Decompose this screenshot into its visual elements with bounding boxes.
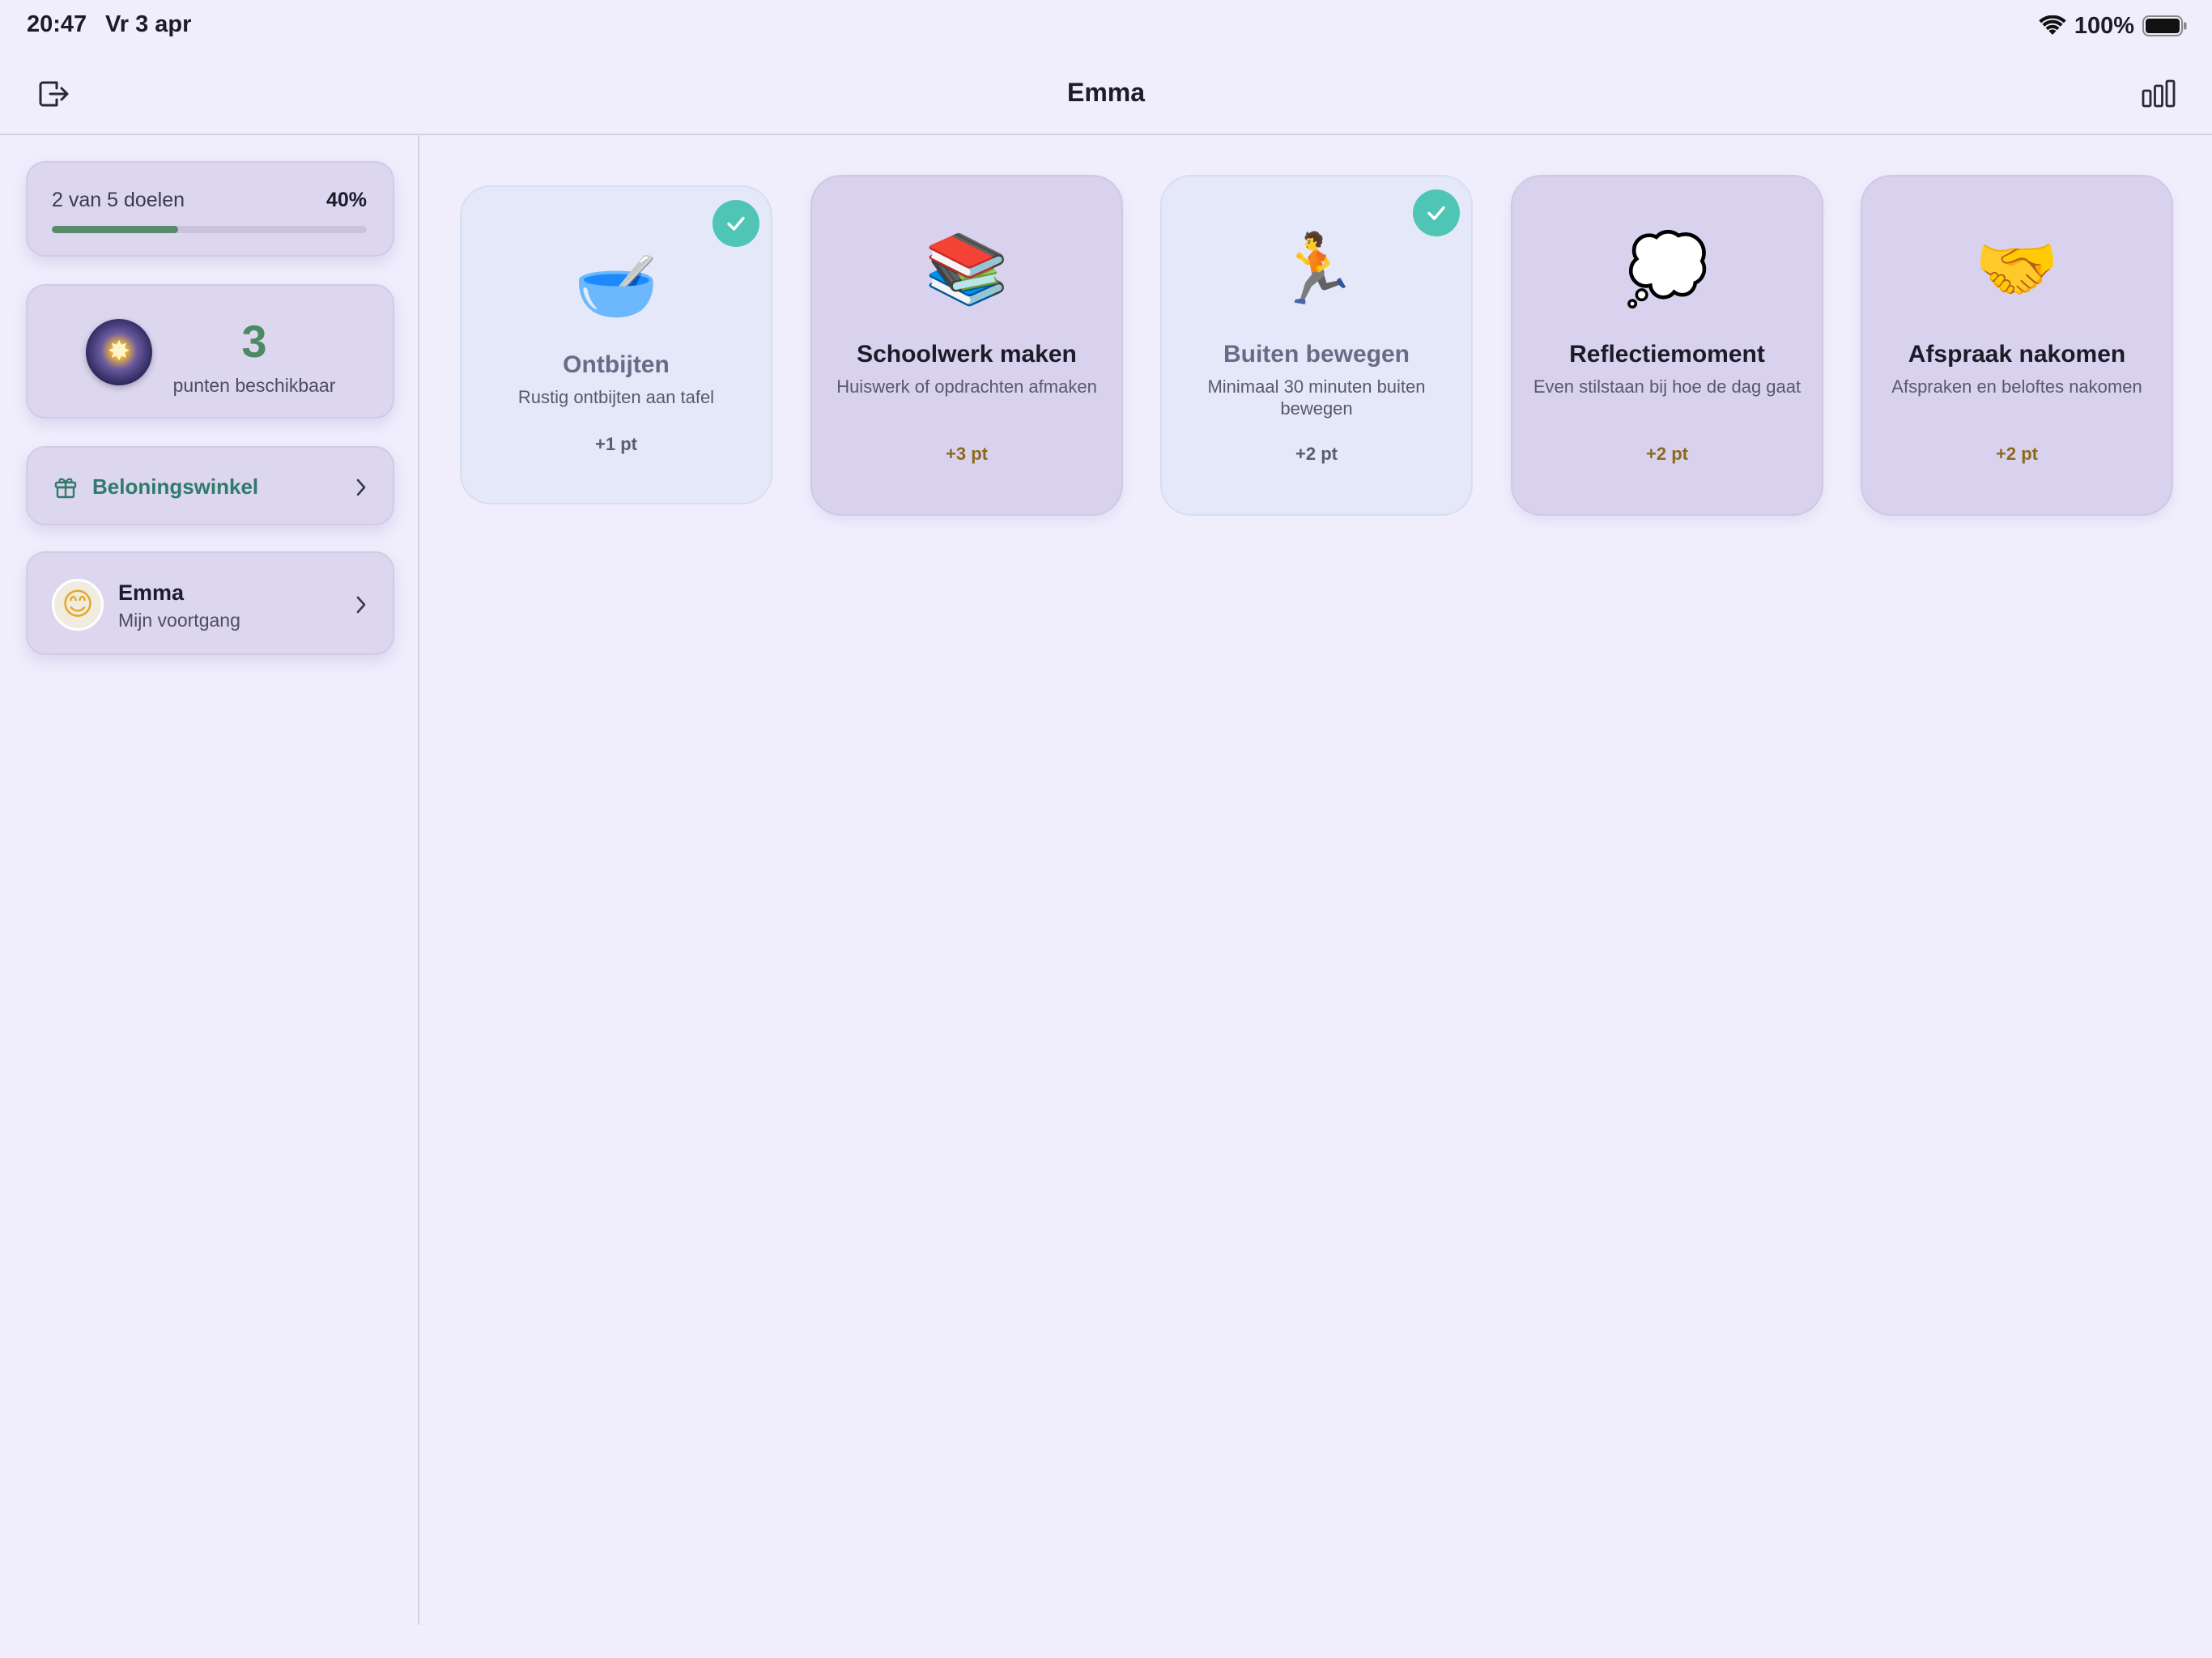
- progress-percentage: 40%: [325, 189, 367, 211]
- chevron-right-icon: [356, 478, 366, 496]
- handshake-icon: 🤝: [1974, 231, 2060, 307]
- status-bar: 20:47 Vr 3 apr 100%: [0, 0, 2212, 52]
- books-icon: 📚: [924, 231, 1010, 307]
- goal-description: Afspraken en beloftes nakomen: [1891, 376, 2142, 397]
- profile-name: Emma: [118, 580, 185, 605]
- goal-card-afspraak-nakomen[interactable]: 🤝 Afspraak nakomen Afspraken en beloftes…: [1861, 175, 2173, 516]
- goal-card-buiten-bewegen[interactable]: 🏃 Buiten bewegen Minimaal 30 minuten bui…: [1160, 175, 1473, 516]
- goal-title: Buiten bewegen: [1223, 341, 1410, 368]
- goal-title: Reflectiemoment: [1569, 341, 1765, 368]
- app-root: 20:47 Vr 3 apr 100% Emma 2 van 5 doelen …: [0, 0, 2212, 1658]
- goal-points: +2 pt: [1996, 444, 2038, 464]
- nav-header: Emma: [0, 52, 2212, 135]
- goal-card-ontbijten[interactable]: 🥣 Ontbijten Rustig ontbijten aan tafel +…: [460, 185, 772, 504]
- goal-title: Ontbijten: [563, 351, 670, 378]
- avatar: 😊: [52, 579, 104, 631]
- goal-points: +2 pt: [1646, 444, 1688, 464]
- wifi-icon: [2039, 15, 2066, 35]
- status-right: 100%: [2039, 11, 2188, 40]
- goal-title: Schoolwerk maken: [857, 341, 1077, 368]
- progress-label: 2 van 5 doelen: [52, 189, 185, 211]
- goal-card-reflectiemoment[interactable]: 💭 Reflectiemoment Even stilstaan bij hoe…: [1511, 175, 1823, 516]
- runner-icon: 🏃: [1274, 231, 1359, 307]
- gift-icon: [54, 478, 77, 499]
- thought-bubble-icon: 💭: [1624, 231, 1710, 307]
- profile-progress-button[interactable]: 😊 Emma Mijn voortgang: [26, 551, 394, 655]
- page-title: Emma: [1066, 78, 1146, 107]
- battery-icon: [2142, 15, 2187, 36]
- status-time: 20:47: [27, 11, 87, 37]
- bar-chart-icon: [2142, 79, 2176, 108]
- stats-button[interactable]: [2141, 78, 2176, 110]
- check-icon: [1413, 189, 1460, 236]
- chevron-right-icon: [356, 596, 366, 614]
- check-icon: [713, 200, 759, 247]
- goal-points: +2 pt: [1295, 444, 1338, 464]
- goal-title: Afspraak nakomen: [1908, 341, 2126, 368]
- daily-progress-card: 2 van 5 doelen 40%: [26, 161, 394, 257]
- goal-points: +3 pt: [946, 444, 988, 464]
- goal-description: Even stilstaan bij hoe de dag gaat: [1533, 376, 1802, 397]
- goal-description: Huiswerk of opdrachten afmaken: [836, 376, 1097, 397]
- battery-percentage: 100%: [2074, 12, 2134, 39]
- bowl-icon: 🥣: [573, 248, 659, 324]
- goal-description: Rustig ontbijten aan tafel: [517, 387, 715, 407]
- progress-bar-fill: [52, 226, 178, 233]
- profile-subtitle: Mijn voortgang: [118, 610, 240, 631]
- reward-shop-button[interactable]: Beloningswinkel: [26, 446, 394, 525]
- goal-description: Minimaal 30 minuten buiten bewegen: [1207, 376, 1426, 419]
- goal-card-schoolwerk[interactable]: 📚 Schoolwerk maken Huiswerk of opdrachte…: [810, 175, 1123, 516]
- sidebar: 2 van 5 doelen 40% ✸ 3 punten beschikbaa…: [0, 135, 419, 1625]
- progress-bar: [52, 226, 367, 233]
- points-label: punten beschikbaar: [172, 375, 336, 396]
- points-value: 3: [241, 316, 267, 367]
- goal-points: +1 pt: [595, 434, 637, 454]
- status-date: Vr 3 apr: [105, 11, 192, 37]
- points-card: ✸ 3 punten beschikbaar: [26, 284, 394, 419]
- reward-shop-label: Beloningswinkel: [92, 474, 259, 499]
- points-badge-icon: ✸: [86, 319, 152, 385]
